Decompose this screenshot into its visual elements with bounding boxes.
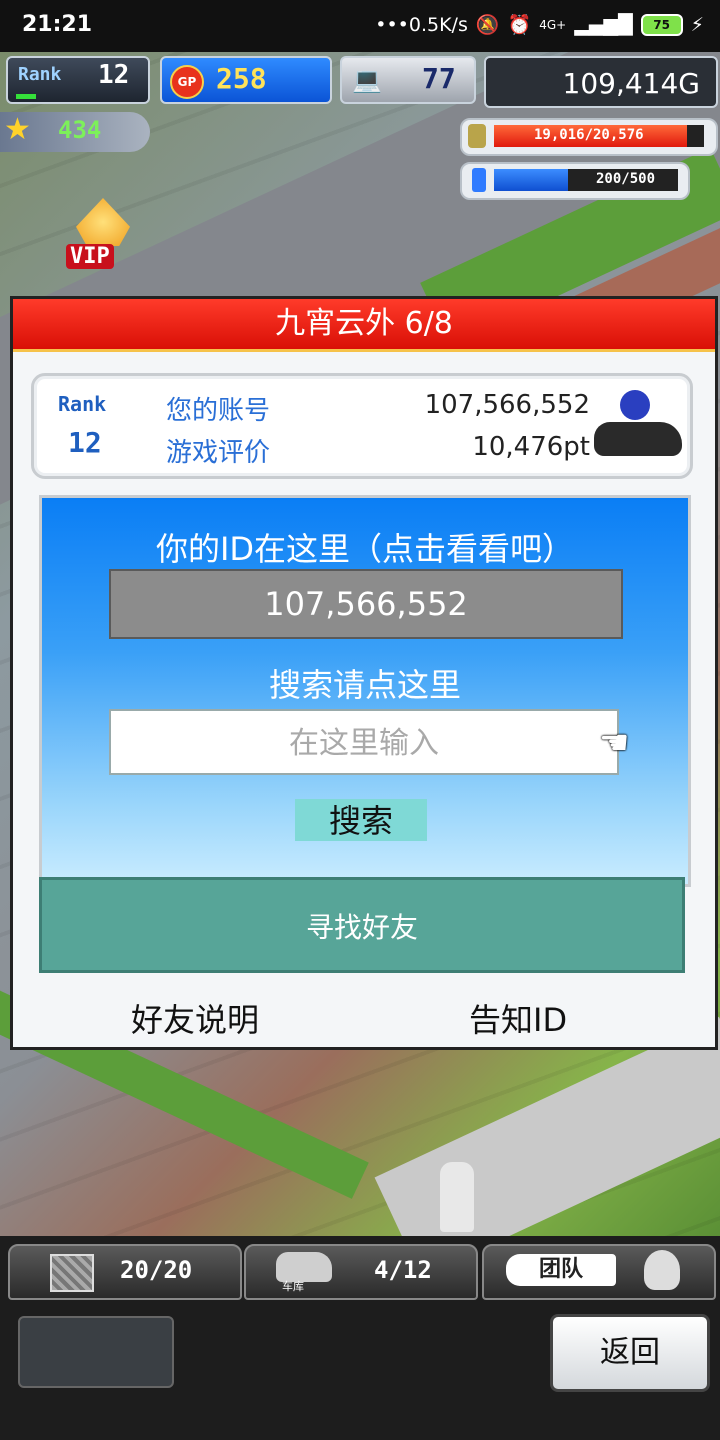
- crown-icon: [76, 198, 130, 246]
- vip-label: VIP: [66, 244, 114, 269]
- pc-value: 77: [422, 62, 456, 95]
- id-heading: 你的ID在这里（点击看看吧）: [155, 530, 575, 568]
- staff-face-icon: [644, 1250, 680, 1290]
- status-bar: 21:21 •••0.5K/s 🔕 ⏰ 4G+ ▂▄▆█ 75 ⚡: [0, 0, 720, 52]
- find-friends-button[interactable]: 寻找好友: [39, 877, 685, 973]
- signal-label: 4G+: [539, 17, 567, 32]
- rank-panel[interactable]: Rank 12: [6, 56, 150, 104]
- status-icons: •••0.5K/s 🔕 ⏰ 4G+ ▂▄▆█ 75 ⚡: [375, 13, 704, 36]
- status-time: 21:21: [22, 12, 93, 37]
- rank-progress: [16, 94, 36, 99]
- account-value: 107,566,552: [424, 390, 590, 420]
- garage-label: 车库: [282, 1280, 304, 1293]
- money-value: 109,414G: [562, 67, 700, 100]
- pc-panel[interactable]: 💻 77: [340, 56, 476, 104]
- computer-icon: 💻: [352, 66, 382, 94]
- worker-character[interactable]: [440, 1162, 474, 1232]
- signal-icon: ▂▄▆█: [574, 13, 633, 36]
- garage-tab[interactable]: 车库 4/12: [244, 1244, 478, 1300]
- search-heading: 搜索请点这里: [268, 666, 461, 704]
- battery-text: 200/500: [596, 171, 656, 187]
- avatar-car: [594, 422, 682, 456]
- avatar-head: [620, 390, 650, 420]
- card-rank-value: 12: [68, 426, 102, 459]
- rating-label: 游戏评价: [166, 438, 271, 468]
- storage-tab[interactable]: 20/20: [8, 1244, 242, 1300]
- info-slot[interactable]: [18, 1316, 174, 1388]
- charging-icon: ⚡: [690, 13, 704, 36]
- battery-panel: 200/500: [460, 162, 690, 200]
- star-panel[interactable]: ★ 434: [0, 112, 150, 152]
- player-id-display[interactable]: 107,566,552: [109, 569, 623, 639]
- rank-label: Rank: [18, 64, 62, 85]
- gp-panel[interactable]: GP 258: [160, 56, 332, 104]
- mute-icon: 🔕: [475, 14, 500, 36]
- star-icon: ★: [4, 112, 31, 147]
- money-panel: 109,414G: [484, 56, 718, 108]
- friend-dialog: 九宵云外 6/8 Rank 12 您的账号 107,566,552 游戏评价 1…: [10, 296, 718, 1050]
- search-button[interactable]: 搜索: [295, 799, 427, 841]
- fuel-text: 19,016/20,576: [534, 127, 644, 143]
- rating-value: 10,476pt: [472, 432, 590, 462]
- card-rank-label: Rank: [58, 392, 107, 416]
- storage-value: 20/20: [120, 1256, 193, 1284]
- search-input[interactable]: 在这里输入: [109, 709, 619, 775]
- fuel-panel: 19,016/20,576: [460, 118, 718, 156]
- garage-value: 4/12: [374, 1256, 432, 1284]
- star-value: 434: [58, 116, 102, 144]
- account-card: Rank 12 您的账号 107,566,552 游戏评价 10,476pt: [31, 373, 693, 479]
- team-tab[interactable]: 团队: [482, 1244, 716, 1300]
- friend-help-link[interactable]: 好友说明: [131, 995, 259, 1041]
- team-label: 团队: [506, 1254, 616, 1286]
- bottom-bar: 20/20 车库 4/12 团队 返回: [0, 1236, 720, 1440]
- gp-value: 258: [216, 62, 267, 95]
- battery-cell-icon: [472, 168, 486, 192]
- crate-icon: [50, 1254, 94, 1292]
- account-label: 您的账号: [166, 396, 271, 426]
- pointing-hand-icon: ☚: [599, 723, 630, 763]
- dialog-title: 九宵云外 6/8: [13, 299, 715, 352]
- fuel-barrel-icon: [468, 124, 486, 148]
- back-button[interactable]: 返回: [550, 1314, 710, 1392]
- gp-coin-icon: GP: [170, 65, 204, 99]
- alarm-icon: ⏰: [507, 14, 532, 36]
- network-speed: •••0.5K/s: [375, 13, 468, 36]
- announce-id-link[interactable]: 告知ID: [469, 995, 567, 1041]
- avatar-car-icon: [592, 390, 684, 464]
- battery-bar-fill: [494, 169, 568, 191]
- building-wall: [374, 1016, 720, 1242]
- battery-icon: 75: [640, 13, 683, 36]
- vip-badge[interactable]: VIP: [62, 198, 144, 274]
- dialog-footer: 好友说明 告知ID: [13, 989, 715, 1039]
- rank-value: 12: [98, 60, 130, 90]
